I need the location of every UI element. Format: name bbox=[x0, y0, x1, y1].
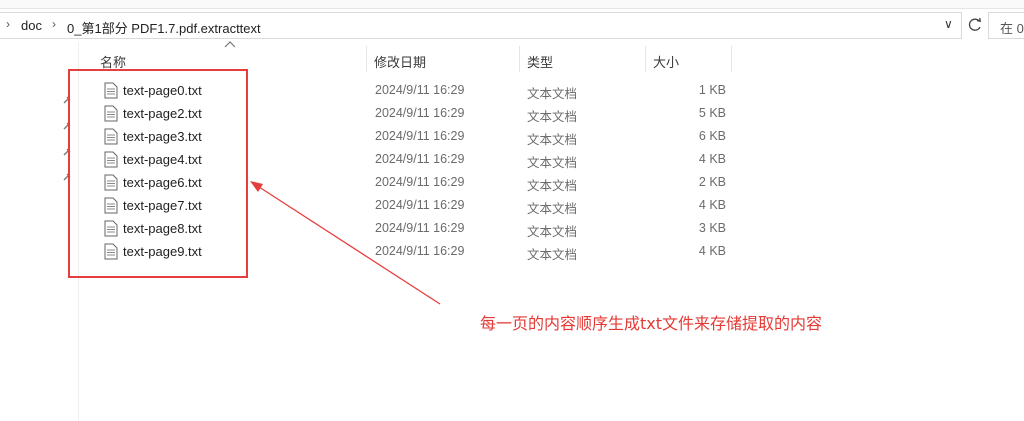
highlight-box bbox=[68, 69, 248, 278]
file-type: 文本文档 bbox=[527, 87, 578, 101]
file-size: 2 KB bbox=[698, 175, 726, 189]
column-divider[interactable] bbox=[645, 46, 646, 72]
search-placeholder: 在 0 bbox=[1000, 21, 1024, 36]
column-divider[interactable] bbox=[519, 46, 520, 72]
breadcrumb-item-folder[interactable]: 0_第1部分 PDF1.7.pdf.extracttext bbox=[67, 18, 261, 37]
refresh-icon[interactable] bbox=[966, 15, 984, 35]
file-size: 5 KB bbox=[698, 106, 726, 120]
breadcrumb-item-doc[interactable]: doc bbox=[21, 18, 42, 33]
column-header-size[interactable]: 大小 bbox=[653, 52, 679, 71]
file-date: 2024/9/11 16:29 bbox=[375, 129, 465, 143]
file-type: 文本文档 bbox=[527, 248, 578, 262]
file-date: 2024/9/11 16:29 bbox=[375, 221, 465, 235]
address-history-chevron-down-icon[interactable]: ∨ bbox=[944, 17, 953, 31]
file-date: 2024/9/11 16:29 bbox=[375, 106, 465, 120]
file-date: 2024/9/11 16:29 bbox=[375, 244, 465, 258]
file-type: 文本文档 bbox=[527, 179, 578, 193]
column-divider[interactable] bbox=[731, 46, 732, 72]
file-type: 文本文档 bbox=[527, 110, 578, 124]
window-top-strip bbox=[0, 0, 1024, 9]
file-date: 2024/9/11 16:29 bbox=[375, 83, 465, 97]
file-size: 4 KB bbox=[698, 244, 726, 258]
file-size: 1 KB bbox=[698, 83, 726, 97]
annotation-text: 每一页的内容顺序生成txt文件来存储提取的内容 bbox=[480, 314, 823, 333]
file-date: 2024/9/11 16:29 bbox=[375, 175, 465, 189]
file-date: 2024/9/11 16:29 bbox=[375, 198, 465, 212]
breadcrumb-separator-icon[interactable]: › bbox=[6, 17, 10, 31]
file-type: 文本文档 bbox=[527, 133, 578, 147]
file-date: 2024/9/11 16:29 bbox=[375, 152, 465, 166]
sort-ascending-icon bbox=[224, 41, 236, 48]
file-size: 4 KB bbox=[698, 152, 726, 166]
file-size: 3 KB bbox=[698, 221, 726, 235]
column-header-type[interactable]: 类型 bbox=[527, 52, 553, 71]
file-type: 文本文档 bbox=[527, 202, 578, 216]
file-type: 文本文档 bbox=[527, 156, 578, 170]
file-type: 文本文档 bbox=[527, 225, 578, 239]
breadcrumb-separator-icon[interactable]: › bbox=[52, 17, 56, 31]
column-divider[interactable] bbox=[366, 46, 367, 72]
file-size: 6 KB bbox=[698, 129, 726, 143]
file-size: 4 KB bbox=[698, 198, 726, 212]
column-header-date[interactable]: 修改日期 bbox=[374, 52, 426, 71]
